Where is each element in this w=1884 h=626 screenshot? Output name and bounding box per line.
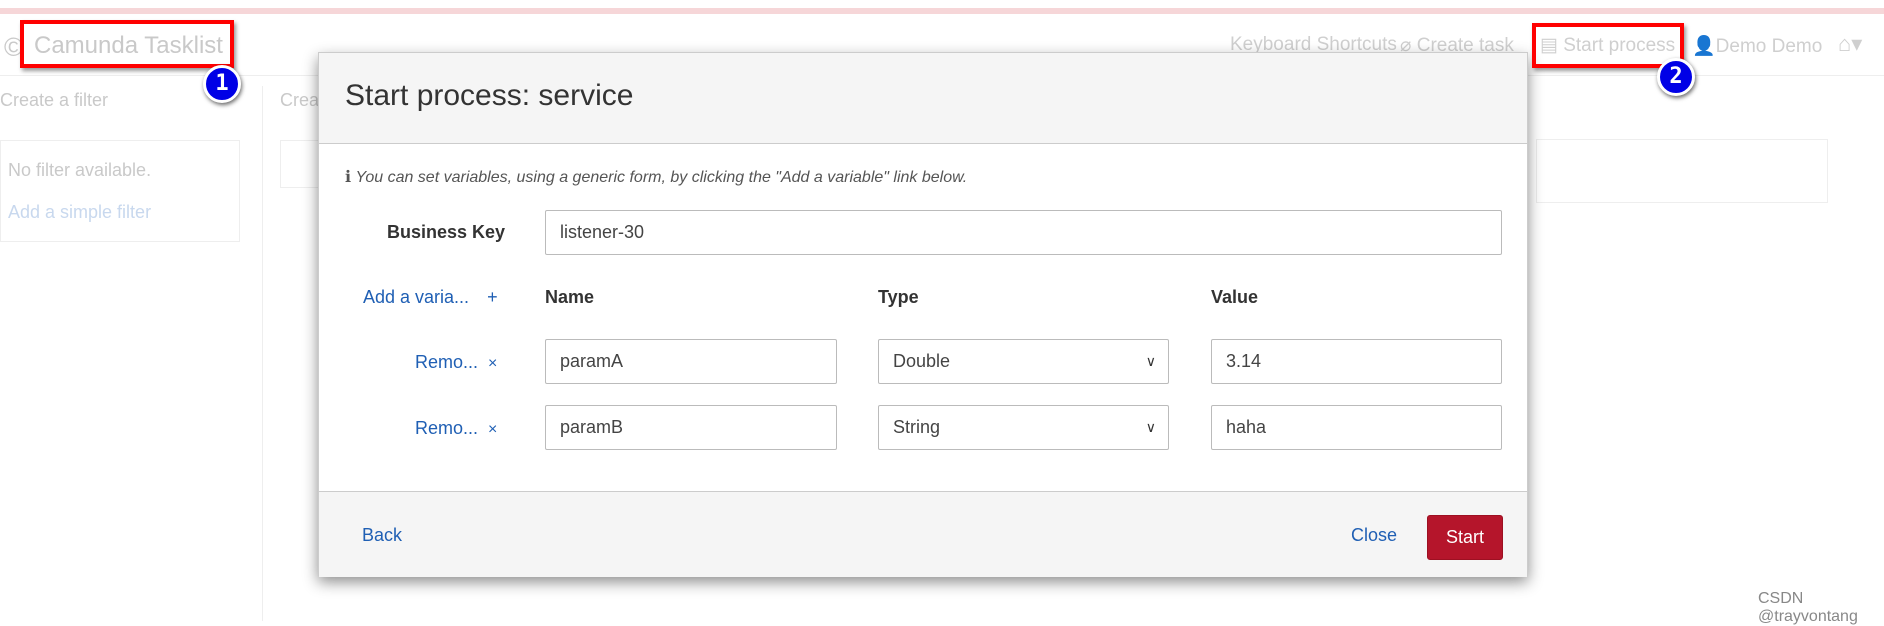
add-variable-link[interactable]: Add a varia... + (363, 287, 498, 308)
close-icon: × (488, 355, 498, 372)
column-type: Type (878, 287, 919, 307)
info-icon: ℹ (345, 169, 356, 186)
column-value: Value (1211, 287, 1259, 307)
user-icon: 👤 (1692, 36, 1716, 57)
add-variable-label: Add a varia... (363, 287, 470, 307)
add-simple-filter-link[interactable]: Add a simple filter (8, 202, 151, 223)
remove-variable-link[interactable]: Remo... × (415, 352, 497, 373)
task-detail-panel (1536, 139, 1828, 203)
info-text: ℹ You can set variables, using a generic… (345, 167, 967, 187)
home-icon[interactable]: ⌂▾ (1838, 31, 1862, 57)
selected-type: String (893, 417, 941, 437)
annotation-box-1 (20, 20, 234, 68)
variable-name-input[interactable]: paramB (545, 405, 837, 450)
selected-type: Double (893, 351, 951, 371)
business-key-input[interactable]: listener-30 (545, 210, 1502, 255)
annotation-badge-2: 2 (1657, 58, 1695, 96)
nav-label: Demo Demo (1715, 36, 1823, 57)
info-message: You can set variables, using a generic f… (355, 169, 968, 186)
remove-label: Remo... (415, 352, 479, 372)
column-name: Name (545, 287, 595, 307)
variable-type-select[interactable]: Double ∨ (878, 339, 1169, 384)
start-button[interactable]: Start (1427, 515, 1503, 560)
start-process-dialog: Start process: service ℹ You can set var… (318, 52, 1528, 577)
dialog-title: Start process: service (345, 79, 634, 112)
annotation-box-2 (1532, 23, 1684, 68)
variable-value-input[interactable]: 3.14 (1211, 339, 1502, 384)
chevron-down-icon: ∨ (1145, 419, 1156, 435)
remove-label: Remo... (415, 418, 479, 438)
business-key-label: Business Key (387, 222, 506, 242)
chevron-down-icon: ∨ (1145, 353, 1156, 369)
annotation-badge-1: 1 (203, 65, 241, 103)
nav-user-menu[interactable]: 👤Demo Demo (1692, 34, 1822, 58)
remove-variable-link[interactable]: Remo... × (415, 418, 497, 439)
filter-header[interactable]: Create a filter (0, 90, 108, 111)
divider (262, 86, 263, 621)
plus-icon: + (487, 287, 498, 307)
filter-panel (0, 140, 240, 242)
variable-value-input[interactable]: haha (1211, 405, 1502, 450)
back-button[interactable]: Back (362, 525, 402, 546)
close-button[interactable]: Close (1351, 525, 1397, 546)
close-icon: × (488, 421, 498, 438)
variable-type-select[interactable]: String ∨ (878, 405, 1169, 450)
no-filter-text: No filter available. (8, 160, 152, 180)
variable-name-input[interactable]: paramA (545, 339, 837, 384)
dialog-footer (319, 491, 1527, 577)
